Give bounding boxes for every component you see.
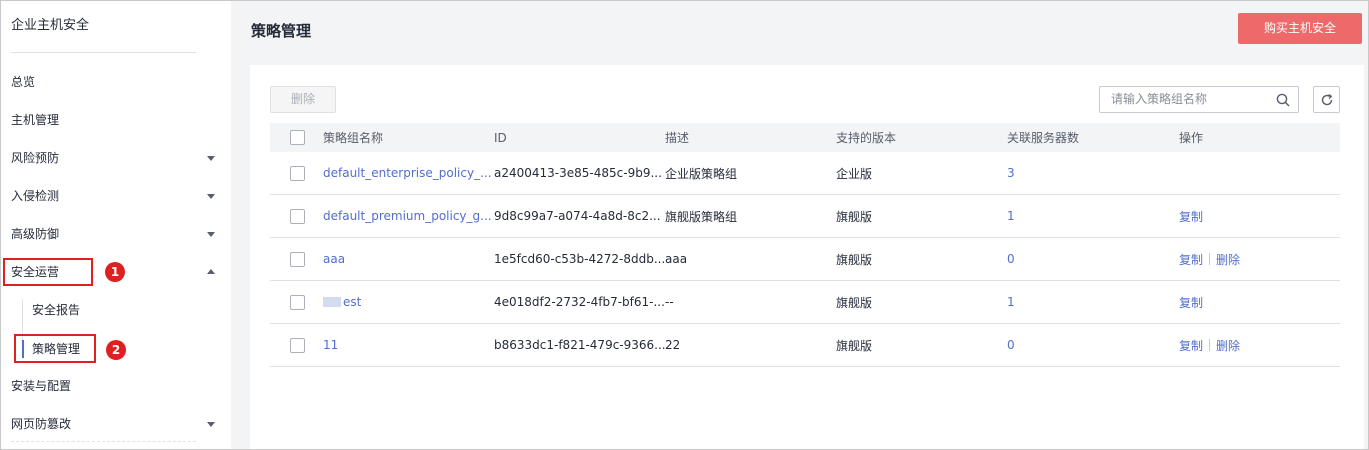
policy-name-link[interactable]: default_enterprise_policy_... xyxy=(323,152,492,194)
action-separator xyxy=(1209,339,1211,351)
sidebar-item-label: 网页防篡改 xyxy=(11,417,72,431)
row-checkbox[interactable] xyxy=(290,252,305,267)
policy-name-link[interactable]: 11 xyxy=(323,324,338,366)
refresh-icon xyxy=(1321,94,1333,106)
sidebar-item-label: 风险预防 xyxy=(11,151,60,165)
table-row: default_premium_policy_g... 9d8c99a7-a07… xyxy=(270,195,1340,238)
delete-button[interactable]: 删除 xyxy=(270,86,336,113)
sidebar-title: 企业主机安全 xyxy=(11,18,90,33)
policy-description: 22 xyxy=(665,338,681,352)
column-header-name: 策略组名称 xyxy=(323,131,384,145)
sidebar-item-install-config[interactable]: 安装与配置 xyxy=(11,376,221,396)
copy-action-link[interactable]: 复制 xyxy=(1179,337,1203,354)
refresh-button[interactable] xyxy=(1313,86,1340,113)
table-row: aaa 1e5fcd60-c53b-4272-8ddb... aaa 旗舰版 0… xyxy=(270,238,1340,281)
policy-id: a2400413-3e85-485c-9b9... xyxy=(494,166,662,180)
sidebar-subitem-security-report[interactable]: 安全报告 xyxy=(32,300,80,320)
search-input[interactable]: 请输入策略组名称 xyxy=(1099,86,1299,113)
policy-version: 企业版 xyxy=(836,166,873,181)
policy-table: 策略组名称 ID 描述 支持的版本 关联服务器数 操作 default_ente… xyxy=(270,123,1340,367)
copy-action-link[interactable]: 复制 xyxy=(1179,294,1203,311)
column-header-version: 支持的版本 xyxy=(836,131,897,145)
policy-name-link[interactable]: aaa xyxy=(323,238,345,280)
caret-down-icon xyxy=(207,156,215,161)
policy-id: 9d8c99a7-a074-4a8d-8c2... xyxy=(494,209,661,223)
delete-action-link[interactable]: 删除 xyxy=(1216,251,1240,268)
redacted-text-mask xyxy=(323,297,341,307)
sidebar-item-intrusion-detection[interactable]: 入侵检测 xyxy=(11,186,221,206)
row-actions: 复制 xyxy=(1179,195,1203,237)
caret-up-icon xyxy=(207,269,215,274)
row-checkbox[interactable] xyxy=(290,209,305,224)
step-badge-2: 2 xyxy=(106,340,126,360)
sidebar-item-label: 高级防御 xyxy=(11,227,60,241)
server-count-link[interactable]: 0 xyxy=(1007,238,1015,280)
column-header-server-count: 关联服务器数 xyxy=(1007,131,1080,145)
search-placeholder: 请输入策略组名称 xyxy=(1111,92,1208,106)
table-row: est 4e018df2-2732-4fb7-bf61-... -- 旗舰版 1… xyxy=(270,281,1340,324)
policy-id: 4e018df2-2732-4fb7-bf61-... xyxy=(494,295,665,309)
column-header-description: 描述 xyxy=(665,131,690,145)
column-header-actions: 操作 xyxy=(1179,131,1204,145)
server-count-link[interactable]: 1 xyxy=(1007,281,1015,323)
row-actions: 复制 删除 xyxy=(1179,238,1240,280)
buy-host-security-button[interactable]: 购买主机安全 xyxy=(1238,13,1362,44)
policy-version: 旗舰版 xyxy=(836,295,873,310)
search-icon[interactable] xyxy=(1276,93,1290,107)
page-title: 策略管理 xyxy=(251,22,312,40)
policy-version: 旗舰版 xyxy=(836,338,873,353)
policy-version: 旗舰版 xyxy=(836,209,873,224)
copy-action-link[interactable]: 复制 xyxy=(1179,251,1203,268)
server-count-link[interactable]: 1 xyxy=(1007,195,1015,237)
sidebar-bottom-divider xyxy=(11,441,196,442)
table-row: default_enterprise_policy_... a2400413-3… xyxy=(270,152,1340,195)
sidebar: 企业主机安全 总览 主机管理 风险预防 入侵检测 高级防御 安全运营 安全报告 … xyxy=(1,1,230,449)
row-actions: 复制 删除 xyxy=(1179,324,1240,366)
select-all-checkbox[interactable] xyxy=(290,130,305,145)
table-header: 策略组名称 ID 描述 支持的版本 关联服务器数 操作 xyxy=(270,123,1340,152)
main-content: 策略管理 购买主机安全 删除 请输入策略组名称 策略组名称 ID 描述 支持的版… xyxy=(231,1,1368,449)
policy-description: aaa xyxy=(665,252,688,266)
sidebar-divider xyxy=(11,52,196,53)
row-actions: 复制 xyxy=(1179,281,1203,323)
policy-version: 旗舰版 xyxy=(836,252,873,267)
row-checkbox[interactable] xyxy=(290,295,305,310)
policy-id: b8633dc1-f821-479c-9366... xyxy=(494,338,666,352)
highlight-box-policy-management xyxy=(14,334,96,363)
caret-down-icon xyxy=(207,422,215,427)
policy-card: 删除 请输入策略组名称 策略组名称 ID 描述 支持的版本 关联服务器数 操作 xyxy=(250,65,1364,449)
policy-description: -- xyxy=(665,295,674,309)
policy-id: 1e5fcd60-c53b-4272-8ddb... xyxy=(494,252,666,266)
sidebar-item-host-management[interactable]: 主机管理 xyxy=(11,110,221,130)
policy-description: 旗舰版策略组 xyxy=(665,209,738,224)
sidebar-item-advanced-defense[interactable]: 高级防御 xyxy=(11,224,221,244)
column-header-id: ID xyxy=(494,130,507,145)
row-checkbox[interactable] xyxy=(290,338,305,353)
policy-name-text: est xyxy=(343,295,362,309)
caret-down-icon xyxy=(207,194,215,199)
sidebar-item-web-tamper-protection[interactable]: 网页防篡改 xyxy=(11,414,221,434)
delete-action-link[interactable]: 删除 xyxy=(1216,337,1240,354)
sidebar-item-overview[interactable]: 总览 xyxy=(11,72,221,92)
policy-description: 企业版策略组 xyxy=(665,166,738,181)
server-count-link[interactable]: 3 xyxy=(1007,152,1015,194)
server-count-link[interactable]: 0 xyxy=(1007,324,1015,366)
copy-action-link[interactable]: 复制 xyxy=(1179,208,1203,225)
sidebar-item-label: 入侵检测 xyxy=(11,189,60,203)
row-checkbox[interactable] xyxy=(290,166,305,181)
caret-down-icon xyxy=(207,232,215,237)
policy-name-link[interactable]: default_premium_policy_g... xyxy=(323,195,492,237)
action-separator xyxy=(1209,253,1211,265)
highlight-box-security-operations xyxy=(3,258,93,286)
table-row: 11 b8633dc1-f821-479c-9366... 22 旗舰版 0 复… xyxy=(270,324,1340,367)
policy-name-link[interactable]: est xyxy=(323,281,361,323)
sidebar-item-risk-prevention[interactable]: 风险预防 xyxy=(11,148,221,168)
step-badge-1: 1 xyxy=(105,262,125,282)
